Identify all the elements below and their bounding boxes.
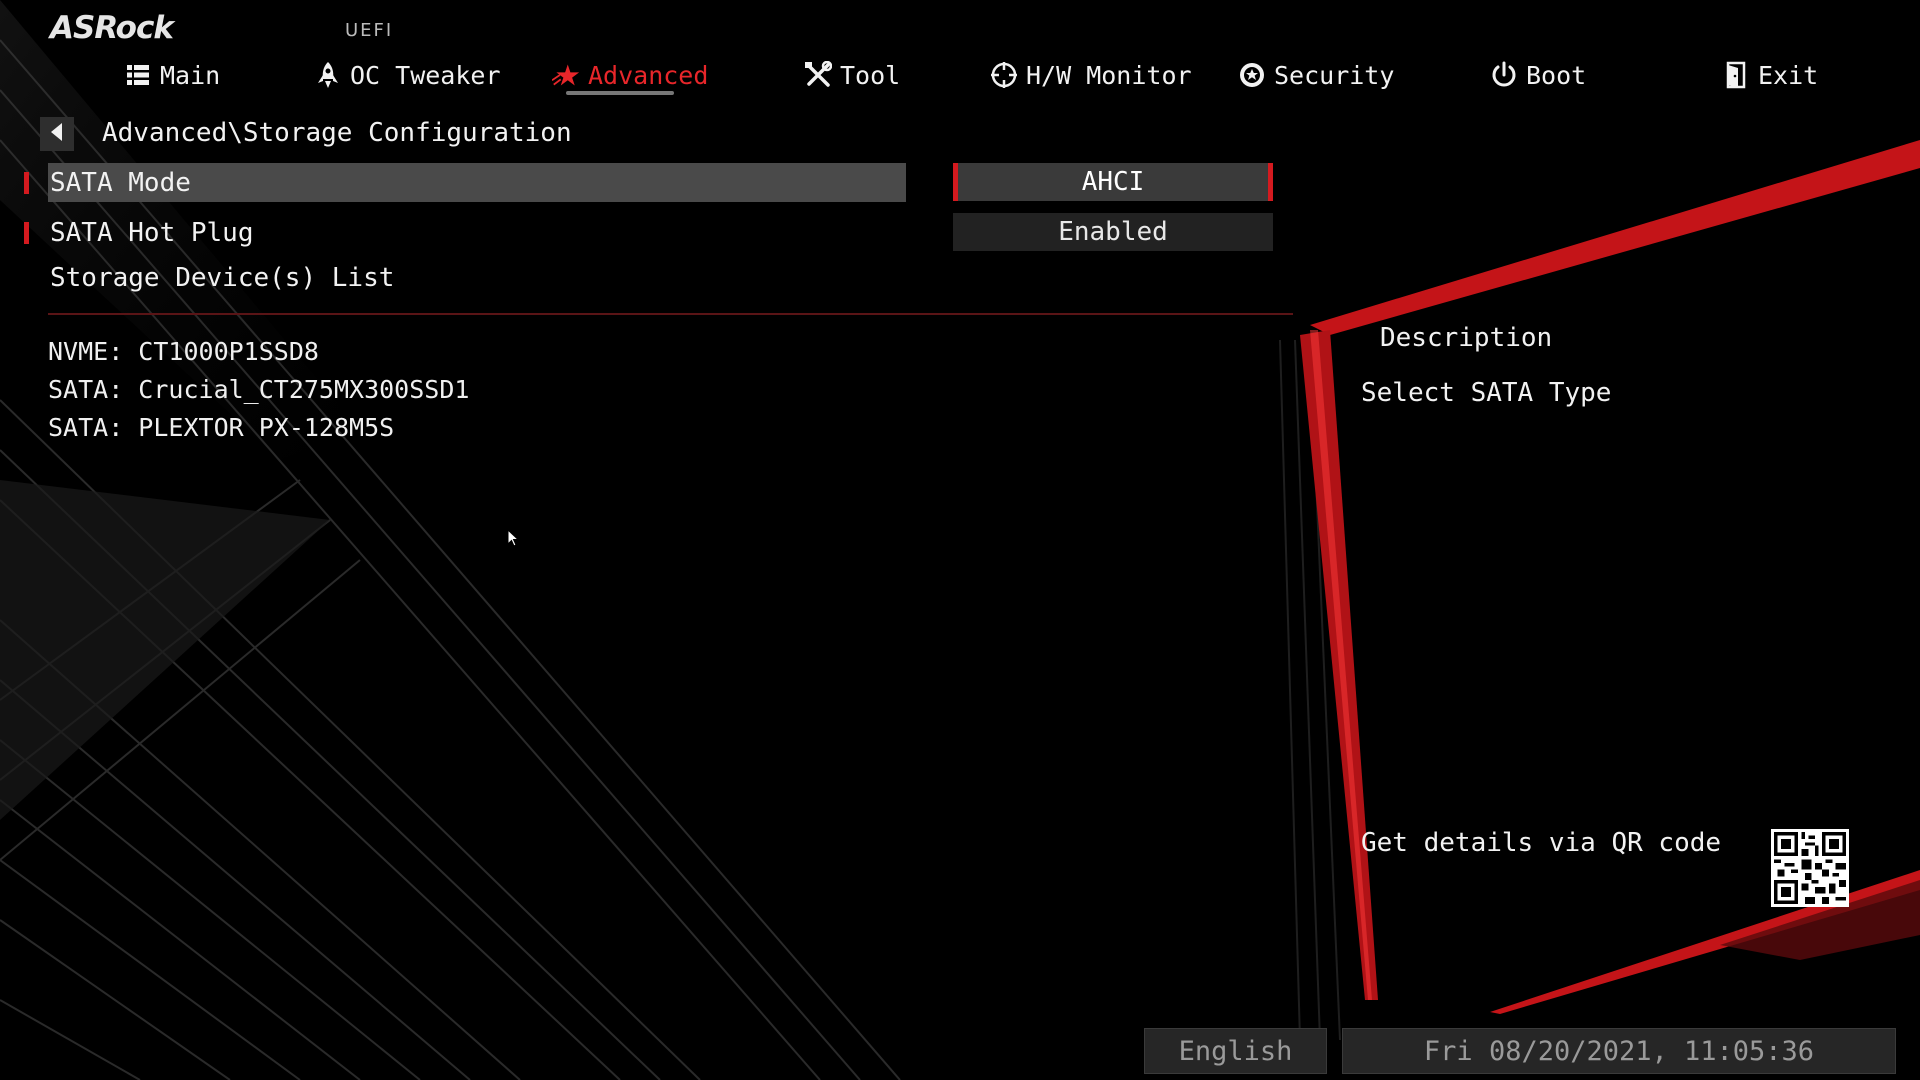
tab-label: Main [160,60,221,90]
tab-label: Tool [840,60,901,90]
back-arrow-icon [49,122,65,146]
device-item: NVME: CT1000P1SSD8 [48,337,319,366]
row-marker [24,222,29,244]
power-icon [1490,61,1518,89]
device-item: SATA: PLEXTOR PX-128M5S [48,413,395,442]
tab-label: Boot [1526,60,1587,90]
tab-hw-monitor[interactable]: H/W Monitor [990,52,1192,98]
back-button[interactable] [40,117,74,151]
shield-icon [1238,61,1266,89]
tools-icon [804,61,832,89]
uefi-label: UEFI [345,20,394,41]
qr-prompt: Get details via QR code [1361,828,1722,858]
tab-label: Advanced [588,60,709,90]
tab-main[interactable]: Main [124,52,220,98]
tab-label: Exit [1758,60,1819,90]
tab-oc-tweaker[interactable]: OC Tweaker [314,52,501,98]
description-text: Select SATA Type [1361,378,1612,408]
language-button[interactable]: English [1144,1028,1327,1074]
rocket-icon [314,61,342,89]
sata-hot-plug-value[interactable]: Enabled [953,213,1273,251]
storage-devices-heading: Storage Device(s) List [50,263,395,293]
tab-label: OC Tweaker [350,60,501,90]
sata-mode-value[interactable]: AHCI [953,163,1273,201]
bios-screen: ASRock UEFI Main OC Tweaker Advanced Too… [0,0,1920,1080]
qr-code-icon[interactable] [1771,829,1849,907]
section-divider [48,313,1293,315]
tab-security[interactable]: Security [1238,52,1394,98]
description-title: Description [1380,323,1553,353]
list-icon [124,61,152,89]
mouse-cursor-icon [507,528,520,551]
asrock-logo: ASRock [50,10,174,46]
crosshair-icon [990,61,1018,89]
row-marker [24,172,29,194]
tab-exit[interactable]: Exit [1722,52,1818,98]
tab-label: Security [1274,60,1395,90]
device-item: SATA: Crucial_CT275MX300SSD1 [48,375,470,404]
breadcrumb: Advanced\Storage Configuration [102,118,572,148]
top-navigation: Main OC Tweaker Advanced Tool H/W Monito… [0,52,1920,104]
tab-label: H/W Monitor [1026,60,1192,90]
setting-sata-mode[interactable]: SATA Mode [48,163,191,203]
tab-tool[interactable]: Tool [804,52,900,98]
exit-door-icon [1722,61,1750,89]
star-icon [552,61,580,89]
setting-sata-hot-plug[interactable]: SATA Hot Plug [48,213,254,253]
datetime-display: Fri 08/20/2021, 11:05:36 [1342,1028,1896,1074]
active-tab-indicator [566,91,674,95]
tab-boot[interactable]: Boot [1490,52,1586,98]
background-decoration [0,0,1920,1080]
